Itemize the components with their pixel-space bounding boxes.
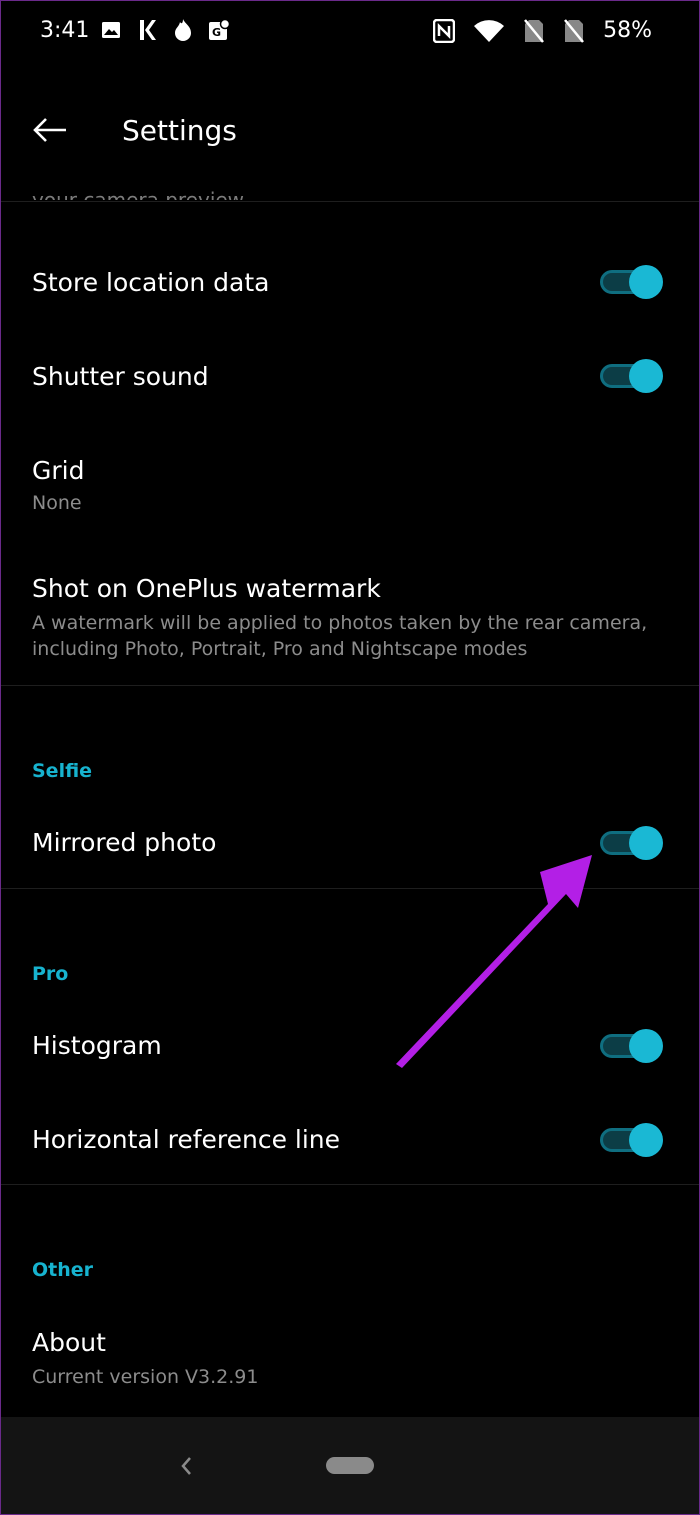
app-bar: Settings [0, 68, 700, 198]
setting-horizontal-line[interactable]: Horizontal reference line [0, 1096, 700, 1184]
flame-icon [172, 18, 194, 42]
nav-back-button[interactable] [176, 1453, 196, 1479]
horizontal-line-toggle[interactable] [600, 1122, 664, 1158]
chevron-left-icon [181, 1457, 191, 1475]
image-icon [100, 18, 122, 42]
svg-text:G: G [212, 26, 221, 39]
setting-grid[interactable]: Grid None [0, 440, 700, 540]
no-sim-icon [563, 18, 585, 43]
navigation-bar [0, 1417, 700, 1515]
setting-title: Shutter sound [32, 362, 209, 391]
app-bar-divider [0, 201, 700, 202]
section-header-selfie: Selfie [32, 760, 93, 782]
setting-subtitle: None [32, 492, 82, 514]
status-notification-icons: G [100, 18, 230, 42]
section-header-pro: Pro [32, 963, 69, 985]
section-header-other: Other [32, 1259, 94, 1281]
section-divider [0, 685, 700, 686]
shutter-sound-toggle[interactable] [600, 358, 664, 394]
wifi-icon [473, 19, 505, 43]
setting-title: About [32, 1328, 106, 1357]
histogram-toggle[interactable] [600, 1028, 664, 1064]
section-divider [0, 1184, 700, 1185]
k-app-icon [136, 18, 158, 42]
status-bar: 3:41 G 58% [0, 0, 700, 68]
setting-histogram[interactable]: Histogram [0, 1002, 700, 1090]
arrow-left-icon [33, 118, 66, 142]
screenshot-frame [0, 0, 700, 1515]
setting-title: Shot on OnePlus watermark [32, 574, 381, 603]
toggle-thumb [629, 1029, 663, 1063]
annotation-arrow-icon [396, 855, 592, 1068]
maps-icon: G [208, 18, 230, 42]
store-location-toggle[interactable] [600, 264, 664, 300]
status-system-icons: 58% [433, 18, 652, 43]
mirrored-photo-toggle[interactable] [600, 825, 664, 861]
setting-store-location[interactable]: Store location data [0, 240, 700, 328]
no-sim-icon [523, 18, 545, 43]
setting-subtitle: Current version V3.2.91 [32, 1366, 259, 1388]
setting-title: Horizontal reference line [32, 1125, 341, 1154]
page-title: Settings [122, 114, 237, 147]
setting-title: Grid [32, 456, 85, 485]
home-pill-icon[interactable] [326, 1457, 374, 1474]
setting-title: Store location data [32, 268, 270, 297]
setting-title: Mirrored photo [32, 828, 217, 857]
toggle-thumb [629, 1123, 663, 1157]
setting-mirrored-photo[interactable]: Mirrored photo [0, 800, 700, 888]
scrolled-off-text: your camera preview [32, 188, 245, 200]
nfc-icon [433, 18, 456, 43]
toggle-thumb [629, 826, 663, 860]
battery-level: 58% [603, 18, 652, 43]
setting-watermark[interactable]: Shot on OnePlus watermark A watermark wi… [0, 560, 700, 680]
setting-about[interactable]: About Current version V3.2.91 [0, 1310, 700, 1410]
section-divider [0, 888, 700, 889]
toggle-thumb [629, 265, 663, 299]
status-time: 3:41 [40, 18, 90, 43]
setting-subtitle: A watermark will be applied to photos ta… [32, 612, 648, 660]
setting-title: Histogram [32, 1031, 162, 1060]
back-button[interactable] [28, 112, 72, 148]
toggle-thumb [629, 359, 663, 393]
setting-shutter-sound[interactable]: Shutter sound [0, 334, 700, 422]
